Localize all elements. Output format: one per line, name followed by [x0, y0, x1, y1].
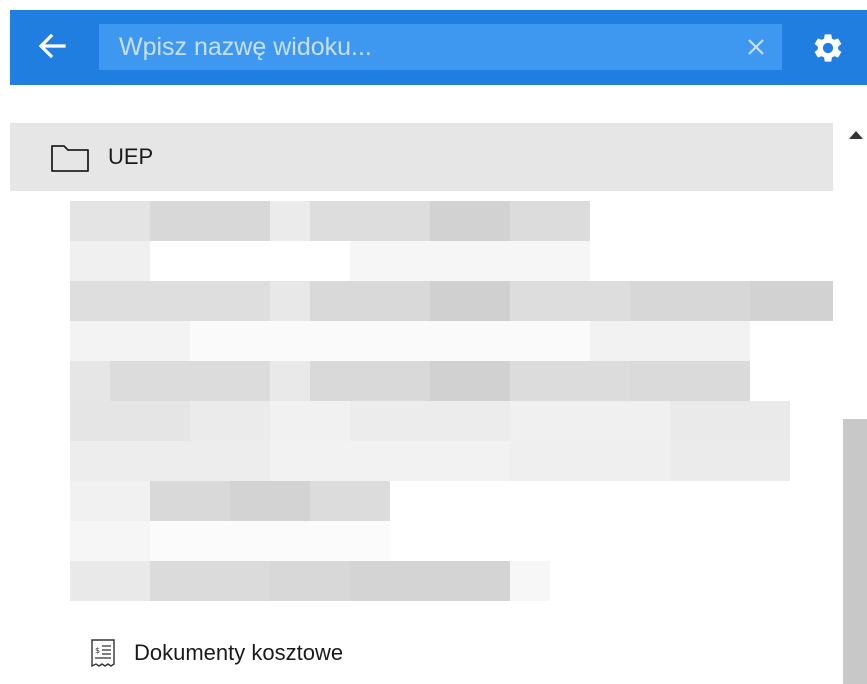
back-button[interactable] [32, 28, 72, 64]
close-icon[interactable] [744, 35, 768, 59]
gear-icon[interactable] [811, 31, 845, 65]
redacted-item [70, 561, 550, 601]
scroll-up-arrow-icon[interactable] [849, 131, 863, 139]
folder-row-uep[interactable]: UEP [10, 123, 833, 191]
redacted-item [70, 361, 750, 401]
folder-icon [51, 145, 89, 172]
redacted-item [70, 321, 750, 361]
header-bar [10, 10, 867, 85]
receipt-document-icon: $ [91, 639, 115, 668]
folder-label: UEP [108, 144, 154, 169]
vertical-scrollbar[interactable] [843, 123, 867, 684]
svg-text:$: $ [95, 646, 100, 655]
search-input[interactable] [117, 31, 721, 63]
redacted-item [70, 521, 390, 561]
redacted-item [70, 401, 790, 441]
redacted-item [70, 281, 833, 321]
arrow-left-icon [38, 33, 66, 59]
search-field[interactable] [99, 24, 782, 70]
redacted-item [70, 241, 590, 281]
tree-item-label: Dokumenty kosztowe [134, 640, 344, 665]
redacted-item [70, 441, 790, 481]
scrollbar-thumb[interactable] [843, 419, 867, 684]
view-tree: UEP $ Dokumenty kosztowe [10, 123, 833, 684]
redacted-item [70, 201, 590, 241]
tree-item-dokumenty-kosztowe[interactable]: $ Dokumenty kosztowe [10, 623, 833, 683]
redacted-item [70, 481, 390, 521]
